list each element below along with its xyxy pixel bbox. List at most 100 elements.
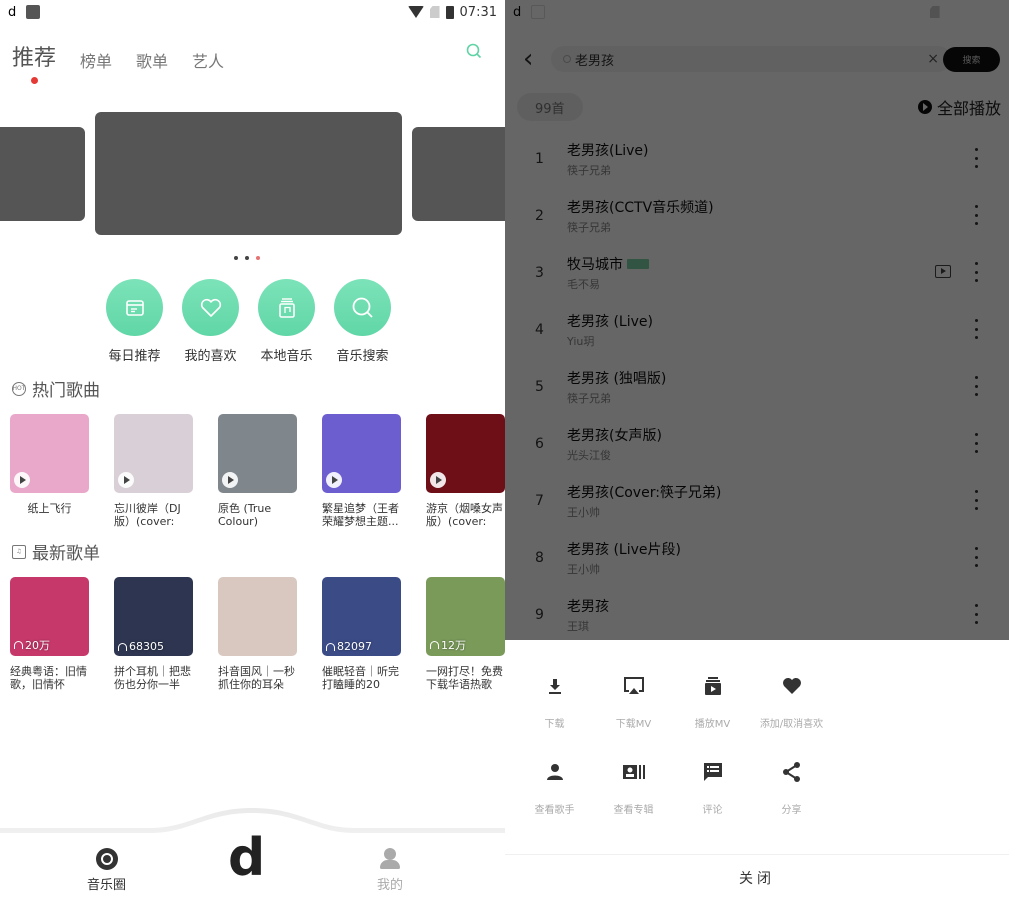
- home-screen: d 07:31 推荐 榜单 歌单 艺人 每日推荐 我的喜欢 本地音乐 音乐搜索 …: [0, 0, 505, 900]
- hot-song-card[interactable]: 纸上飞行: [10, 414, 89, 528]
- action-label: 查看专辑: [613, 805, 654, 816]
- playlist-card[interactable]: 抖音国风｜一秒抓住你的耳朵: [218, 577, 297, 691]
- action-share[interactable]: 分享: [752, 760, 831, 816]
- banner-slide-next[interactable]: [412, 127, 505, 221]
- play-count-value: 12万: [441, 639, 466, 652]
- hot-icon: HOT: [12, 381, 26, 396]
- hot-song-card[interactable]: 繁星追梦（王者荣耀梦想主题...: [322, 414, 401, 528]
- action-label: 播放MV: [694, 719, 731, 730]
- close-button[interactable]: 关闭: [505, 868, 1009, 888]
- playlist-cover: 12万: [426, 577, 505, 656]
- song-title: 繁星追梦（王者荣耀梦想主题...: [322, 502, 399, 528]
- play-icon[interactable]: [222, 472, 238, 488]
- quick-label: 我的喜欢: [184, 349, 237, 364]
- music-file-icon: [278, 297, 295, 318]
- playlist-card[interactable]: 20万 经典粤语：旧情歌，旧情怀: [10, 577, 89, 691]
- play-count: 68305: [118, 640, 164, 653]
- user-icon: [379, 848, 401, 870]
- app-logo-play-button[interactable]: d: [228, 832, 265, 884]
- play-icon[interactable]: [326, 472, 342, 488]
- banner-slide-prev[interactable]: [0, 127, 85, 221]
- nav-label: 音乐圈: [87, 878, 127, 893]
- headphones-icon: [326, 642, 335, 651]
- top-tabs: 推荐 榜单 歌单 艺人: [12, 40, 224, 84]
- playlist-card[interactable]: 12万 一网打尽！免费下载华语热歌: [426, 577, 505, 691]
- playlist-card[interactable]: 82097 催眠轻音｜听完打瞌睡的20首...: [322, 577, 401, 691]
- section-title: 热门歌曲: [32, 381, 100, 401]
- action-label: 添加/取消喜欢: [759, 719, 824, 730]
- quick-music-search[interactable]: 音乐搜索: [334, 279, 391, 364]
- action-download-mv[interactable]: 下载MV: [594, 674, 673, 730]
- playlist-card[interactable]: 68305 拼个耳机｜把悲伤也分你一半: [114, 577, 193, 691]
- battery-icon: [445, 5, 454, 19]
- quick-local-music[interactable]: 本地音乐: [258, 279, 315, 364]
- nav-music-circle[interactable]: 音乐圈: [87, 848, 126, 893]
- clock: 07:31: [459, 4, 497, 20]
- disc-icon: [95, 848, 118, 870]
- app-notification-icon: d: [8, 4, 17, 20]
- action-view-artist[interactable]: 查看歌手: [515, 760, 594, 816]
- tab-playlists[interactable]: 歌单: [136, 48, 168, 72]
- action-sheet: 下载 下载MV 播放MV 添加/取消喜欢 查看歌手 查看专辑 评论 分享 关闭: [505, 640, 1009, 900]
- song-title: 忘川彼岸（DJ版）(cover: 零...: [114, 502, 181, 528]
- action-label: 下载: [544, 719, 565, 730]
- status-bar: d 07:31: [0, 0, 505, 24]
- play-icon[interactable]: [118, 472, 134, 488]
- action-download[interactable]: 下载: [515, 674, 594, 730]
- new-playlists-header: ♫ 最新歌单: [12, 539, 100, 564]
- banner-slide-current[interactable]: [95, 112, 402, 235]
- action-view-album[interactable]: 查看专辑: [594, 760, 673, 816]
- person-icon: [546, 764, 563, 780]
- tab-charts[interactable]: 榜单: [80, 48, 112, 72]
- heart-icon: [782, 678, 801, 694]
- search-icon[interactable]: [465, 42, 483, 60]
- indicator-dot: [245, 256, 249, 260]
- headphones-icon: [118, 642, 127, 651]
- quick-label: 本地音乐: [260, 349, 313, 364]
- quick-daily-recommend[interactable]: 每日推荐: [106, 279, 163, 364]
- nav-mine[interactable]: 我的: [377, 848, 403, 893]
- action-comment[interactable]: 评论: [673, 760, 752, 816]
- nav-label: 我的: [377, 878, 404, 893]
- play-icon[interactable]: [14, 472, 30, 488]
- song-title: 游京（烟嗓女声版）(cover: 海...: [426, 502, 503, 528]
- heart-icon: [200, 298, 221, 317]
- headphones-icon: [14, 641, 23, 649]
- tab-artists[interactable]: 艺人: [192, 48, 224, 72]
- song-title: 原色 (True Colour): [218, 502, 272, 528]
- play-count: 20万: [14, 637, 50, 653]
- hot-songs-list: 纸上飞行 忘川彼岸（DJ版）(cover: 零... 原色 (True Colour…: [10, 414, 505, 528]
- action-toggle-favorite[interactable]: 添加/取消喜欢: [752, 674, 831, 730]
- headphones-icon: [430, 641, 439, 649]
- quick-actions: 每日推荐 我的喜欢 本地音乐 音乐搜索: [106, 279, 391, 364]
- album-icon: [622, 765, 645, 779]
- action-label: 评论: [702, 805, 723, 816]
- song-cover: [114, 414, 193, 493]
- playlist-cover: 68305: [114, 577, 193, 656]
- song-cover: [426, 414, 505, 493]
- indicator-dot: [234, 256, 238, 260]
- song-cover: [218, 414, 297, 493]
- play-count-value: 68305: [129, 640, 164, 653]
- hot-song-card[interactable]: 忘川彼岸（DJ版）(cover: 零...: [114, 414, 193, 528]
- tab-recommend[interactable]: 推荐: [12, 40, 56, 84]
- playlist-icon: ♫: [12, 544, 26, 559]
- quick-label: 每日推荐: [108, 349, 161, 364]
- hot-songs-header: HOT 热门歌曲: [12, 376, 100, 401]
- playlist-cover: 20万: [10, 577, 89, 656]
- comment-icon: [703, 763, 722, 781]
- action-label: 查看歌手: [534, 805, 575, 816]
- quick-my-favorites[interactable]: 我的喜欢: [182, 279, 239, 364]
- video-stack-icon: [704, 677, 721, 695]
- dim-overlay[interactable]: [505, 0, 1009, 640]
- hot-song-card[interactable]: 游京（烟嗓女声版）(cover: 海...: [426, 414, 505, 528]
- hot-song-card[interactable]: 原色 (True Colour): [218, 414, 297, 528]
- action-grid: 下载 下载MV 播放MV 添加/取消喜欢 查看歌手 查看专辑 评论 分享: [515, 674, 831, 816]
- download-icon: [548, 679, 561, 694]
- action-play-mv[interactable]: 播放MV: [673, 674, 752, 730]
- play-icon[interactable]: [430, 472, 446, 488]
- playlist-cover: 82097: [322, 577, 401, 656]
- action-label: 分享: [781, 805, 802, 816]
- action-label: 下载MV: [615, 719, 652, 730]
- divider: [505, 854, 1009, 855]
